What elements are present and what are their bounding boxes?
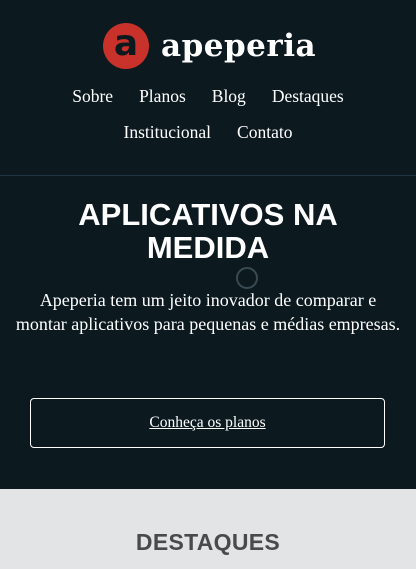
logo-letter: a [113,23,139,64]
nav-item-blog[interactable]: Blog [212,86,246,107]
nav-item-institucional[interactable]: Institucional [124,122,211,143]
nav-item-sobre[interactable]: Sobre [72,86,113,107]
loading-spinner-icon [236,267,258,289]
nav-item-contato[interactable]: Contato [237,122,292,143]
featured-title: DESTAQUES [135,529,281,555]
main-nav-row-1: Sobre Planos Blog Destaques [0,86,416,107]
hero-title: APLICATIVOS NA MEDIDA [0,198,416,264]
logo-mark-icon: a [103,23,149,69]
brand-name: apeperia [161,28,317,64]
nav-item-planos[interactable]: Planos [139,86,186,107]
featured-section: DESTAQUES [0,489,416,569]
see-plans-label: Conheça os planos [149,414,266,431]
nav-item-destaques[interactable]: Destaques [272,86,344,107]
main-nav-row-2: Institucional Contato [0,122,416,143]
hero-description: Apeperia tem um jeito inovador de compar… [15,290,401,334]
brand-logo[interactable]: a apeperia [103,22,316,70]
hero-title-line-1: APLICATIVOS NA [78,197,338,232]
see-plans-button[interactable]: Conheça os planos [30,398,385,448]
hero-title-line-2: MEDIDA [146,230,270,265]
hero-section: APLICATIVOS NA MEDIDA Apeperia tem um je… [0,176,416,489]
site-header: a apeperia Sobre Planos Blog Destaques I… [0,0,416,175]
